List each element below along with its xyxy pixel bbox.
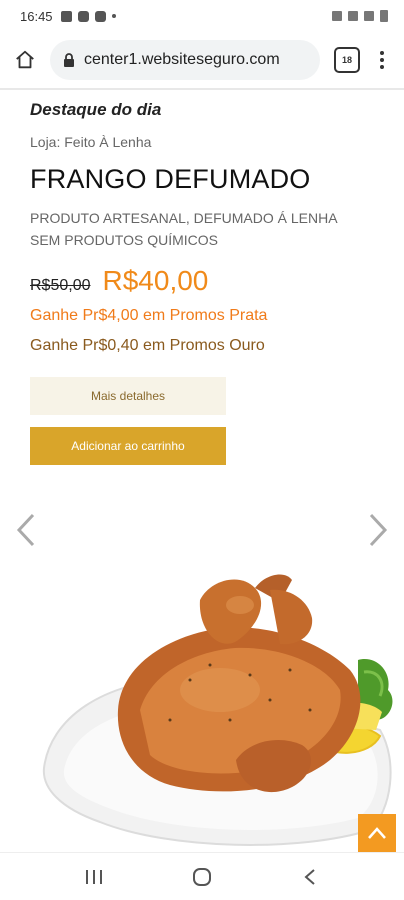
mute-icon	[332, 11, 342, 21]
back-icon[interactable]	[290, 857, 330, 897]
system-nav-bar	[0, 852, 404, 900]
description-line: SEM PRODUTOS QUÍMICOS	[30, 232, 218, 248]
address-bar[interactable]: center1.websiteseguro.com	[50, 40, 320, 80]
notification-icons	[60, 10, 116, 22]
promo-silver: Ganhe Pr$4,00 em Promos Prata	[30, 307, 268, 324]
chevron-left-icon[interactable]	[14, 512, 38, 548]
old-price: R$50,00	[30, 277, 91, 294]
product-image[interactable]	[40, 560, 404, 850]
recents-icon[interactable]	[74, 857, 114, 897]
details-button[interactable]: Mais detalhes	[30, 377, 226, 415]
circle-home-icon[interactable]	[182, 857, 222, 897]
product-title: FRANGO DEFUMADO	[30, 164, 311, 194]
price-row: R$50,00 R$40,00	[30, 265, 380, 297]
status-time: 16:45	[20, 8, 53, 24]
more-notifications-icon	[111, 14, 116, 18]
product-section: Destaque do dia Loja: Feito À Lenha FRAN…	[30, 90, 380, 465]
battery-icon	[380, 10, 388, 22]
more-vert-icon[interactable]	[370, 45, 394, 75]
home-icon[interactable]	[10, 45, 40, 75]
status-bar: 16:45	[0, 0, 404, 32]
product-description: PRODUTO ARTESANAL, DEFUMADO Á LENHA SEM …	[30, 207, 380, 251]
tab-count: 18	[341, 55, 352, 65]
chevron-right-icon[interactable]	[366, 512, 390, 548]
system-icons	[332, 10, 388, 22]
highlight-label: Destaque do dia	[30, 100, 162, 119]
signal-icon	[364, 11, 374, 21]
wifi-icon	[348, 11, 358, 21]
new-price: R$40,00	[102, 265, 209, 296]
chevron-up-icon[interactable]	[358, 814, 396, 852]
promo-gold: Ganhe Pr$0,40 em Promos Ouro	[30, 337, 265, 354]
youtube-notification-icon	[94, 10, 106, 22]
tab-switcher-button[interactable]: 18	[334, 47, 360, 73]
store-label: Loja: Feito À Lenha	[30, 134, 152, 150]
product-carousel	[0, 490, 404, 850]
description-line: PRODUTO ARTESANAL, DEFUMADO Á LENHA	[30, 210, 338, 226]
gallery-notification-icon	[60, 10, 72, 22]
url-text: center1.websiteseguro.com	[84, 51, 280, 68]
instagram-notification-icon	[77, 10, 89, 22]
lock-icon	[62, 53, 76, 67]
browser-toolbar: center1.websiteseguro.com 18	[0, 32, 404, 88]
add-to-cart-button[interactable]: Adicionar ao carrinho	[30, 427, 226, 465]
